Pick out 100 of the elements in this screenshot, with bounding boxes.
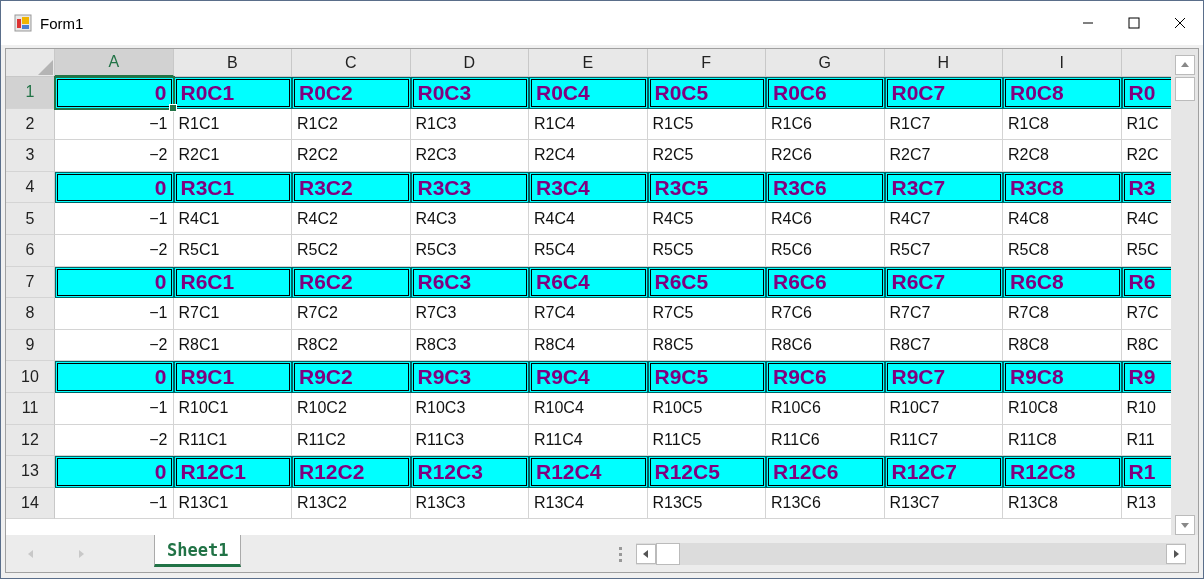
table-cell: R3C2 [292, 171, 411, 204]
table-cell: R12C1 [173, 456, 292, 488]
splitter-handle-icon[interactable] [619, 545, 622, 562]
table-cell: R0C5 [647, 77, 766, 109]
row-header[interactable]: 2 [6, 108, 55, 141]
table-cell: R6C4 [529, 266, 648, 299]
table-cell: R10C1 [173, 392, 292, 425]
table-cell: R6C8 [1003, 266, 1122, 299]
table-cell: R1C5 [647, 108, 766, 141]
table-cell: R4C7 [884, 203, 1003, 235]
table-cell: R1C8 [1003, 108, 1122, 141]
table-cell: R5C7 [884, 234, 1003, 267]
table-cell: R0C8 [1003, 77, 1122, 109]
table-cell: R3C6 [766, 171, 885, 204]
column-header[interactable]: G [766, 49, 885, 77]
table-cell: R5C2 [292, 234, 411, 267]
table-cell: R3C4 [529, 171, 648, 204]
table-cell: R13C5 [647, 487, 766, 520]
table-cell: R12C6 [766, 456, 885, 488]
table-cell: R2C2 [292, 140, 411, 172]
table-cell: R7C6 [766, 298, 885, 330]
table-cell: R7C4 [529, 298, 648, 330]
row-header[interactable]: 5 [6, 203, 55, 235]
table-cell: R2C3 [410, 140, 529, 172]
table-cell: R5C8 [1003, 234, 1122, 267]
row-header[interactable]: 8 [6, 298, 55, 330]
column-header[interactable]: D [410, 49, 529, 77]
table-cell: R0C7 [884, 77, 1003, 109]
table-cell: R12C5 [647, 456, 766, 488]
table-cell: R12C8 [1003, 456, 1122, 488]
row-header[interactable]: 1 [6, 77, 55, 109]
row-header[interactable]: 13 [6, 456, 55, 488]
table-cell: R10C5 [647, 392, 766, 425]
scroll-up-button[interactable] [1174, 55, 1195, 75]
table-cell: R12C4 [529, 456, 648, 488]
table-cell: R4C3 [410, 203, 529, 235]
table-cell: R4C5 [647, 203, 766, 235]
select-all-corner[interactable] [6, 49, 55, 77]
table-cell: R3C3 [410, 171, 529, 204]
table-cell: R13C4 [529, 487, 648, 520]
column-header[interactable]: C [292, 49, 411, 77]
column-header[interactable]: E [529, 49, 648, 77]
table-cell: R9C5 [647, 361, 766, 393]
table-cell: R7C2 [292, 298, 411, 330]
row-header[interactable]: 12 [6, 424, 55, 457]
table-cell: R6C6 [766, 266, 885, 299]
table-cell: R12C2 [292, 456, 411, 488]
table-cell: R0C3 [410, 77, 529, 109]
table-cell: R10C7 [884, 392, 1003, 425]
scroll-thumb[interactable] [1174, 77, 1195, 101]
table-cell: −2 [55, 234, 174, 267]
table-cell: −1 [55, 203, 174, 235]
row-header[interactable]: 7 [6, 266, 55, 299]
table-cell: R0C1 [173, 77, 292, 109]
table-cell: R3C5 [647, 171, 766, 204]
fill-handle[interactable] [168, 103, 177, 112]
table-cell: R9C4 [529, 361, 648, 393]
maximize-icon [1128, 17, 1140, 29]
row-header[interactable]: 9 [6, 329, 55, 362]
table-cell: R5C4 [529, 234, 648, 267]
table-cell: R13C3 [410, 487, 529, 520]
scroll-down-button[interactable] [1174, 515, 1195, 535]
down-arrow-icon [1179, 520, 1190, 530]
scroll-thumb[interactable] [656, 542, 680, 565]
table-cell: R7C5 [647, 298, 766, 330]
table-cell: R1C1 [173, 108, 292, 141]
table-cell: R2C7 [884, 140, 1003, 172]
table-cell: 0 [55, 361, 174, 393]
column-header[interactable]: H [884, 49, 1003, 77]
table-cell: R13C1 [173, 487, 292, 520]
table-cell: R4C8 [1003, 203, 1122, 235]
vertical-scrollbar[interactable] [1171, 49, 1198, 535]
table-cell: R1C4 [529, 108, 648, 141]
sheet-tab[interactable]: Sheet1 [154, 535, 242, 567]
table-cell: R13C8 [1003, 487, 1122, 520]
table-cell: R9C7 [884, 361, 1003, 393]
table-cell: R13C2 [292, 487, 411, 520]
row-header[interactable]: 11 [6, 392, 55, 425]
table-cell: R9C8 [1003, 361, 1122, 393]
row-header[interactable]: 10 [6, 361, 55, 393]
column-header[interactable]: B [173, 49, 292, 77]
column-header[interactable]: A [55, 49, 174, 77]
column-header[interactable]: I [1003, 49, 1122, 77]
row-header[interactable]: 14 [6, 487, 55, 520]
scroll-right-button[interactable] [1166, 543, 1186, 564]
scroll-left-button[interactable] [636, 543, 656, 564]
table-cell: 0 [55, 456, 174, 488]
row-header[interactable]: 4 [6, 171, 55, 204]
horizontal-scrollbar[interactable] [636, 542, 1186, 565]
column-header[interactable]: F [647, 49, 766, 77]
table-cell: R10C8 [1003, 392, 1122, 425]
table-cell: R13C7 [884, 487, 1003, 520]
table-cell: R3C1 [173, 171, 292, 204]
row-header[interactable]: 3 [6, 140, 55, 172]
app-icon [14, 14, 32, 32]
table-cell: R9C3 [410, 361, 529, 393]
table-cell: R3C8 [1003, 171, 1122, 204]
table-cell: −1 [55, 298, 174, 330]
table-cell: R2C6 [766, 140, 885, 172]
row-header[interactable]: 6 [6, 234, 55, 267]
